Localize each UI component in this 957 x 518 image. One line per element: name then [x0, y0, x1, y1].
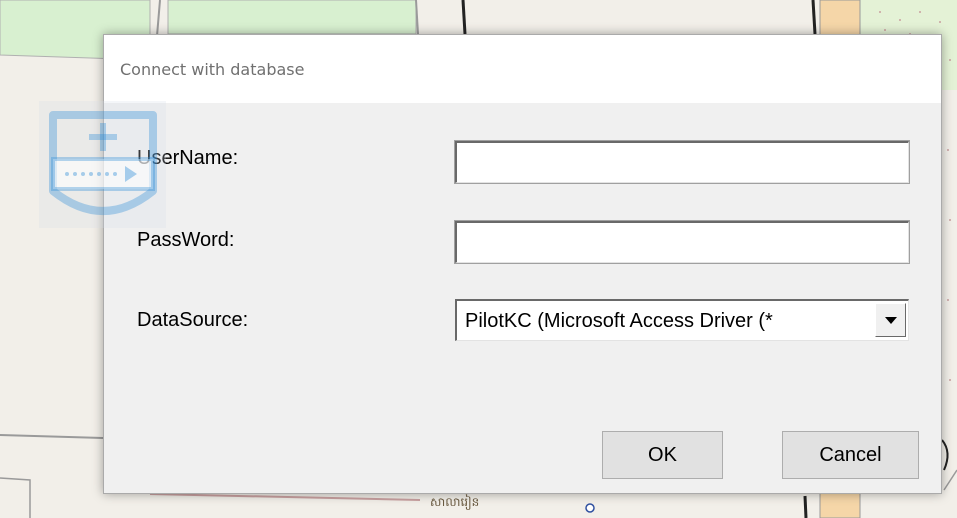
- datasource-dropdown-button[interactable]: [875, 303, 906, 337]
- chevron-down-icon: [885, 317, 897, 324]
- dialog-titlebar[interactable]: Connect with database: [104, 35, 941, 103]
- dialog-title: Connect with database: [120, 60, 305, 79]
- shield-plus-icon: [39, 101, 166, 228]
- password-label: PassWord:: [137, 229, 235, 251]
- username-input[interactable]: [454, 140, 910, 184]
- ok-button[interactable]: OK: [602, 431, 723, 479]
- password-input[interactable]: [454, 220, 910, 264]
- cancel-button[interactable]: Cancel: [782, 431, 919, 479]
- datasource-selected-value: PilotKC (Microsoft Access Driver (*: [465, 310, 773, 332]
- map-place-label: សាលារៀន: [430, 495, 480, 509]
- connect-database-dialog: Connect with database UserName: PassWord…: [103, 34, 942, 494]
- datasource-select[interactable]: PilotKC (Microsoft Access Driver (*: [455, 299, 909, 341]
- datasource-label: DataSource:: [137, 309, 249, 331]
